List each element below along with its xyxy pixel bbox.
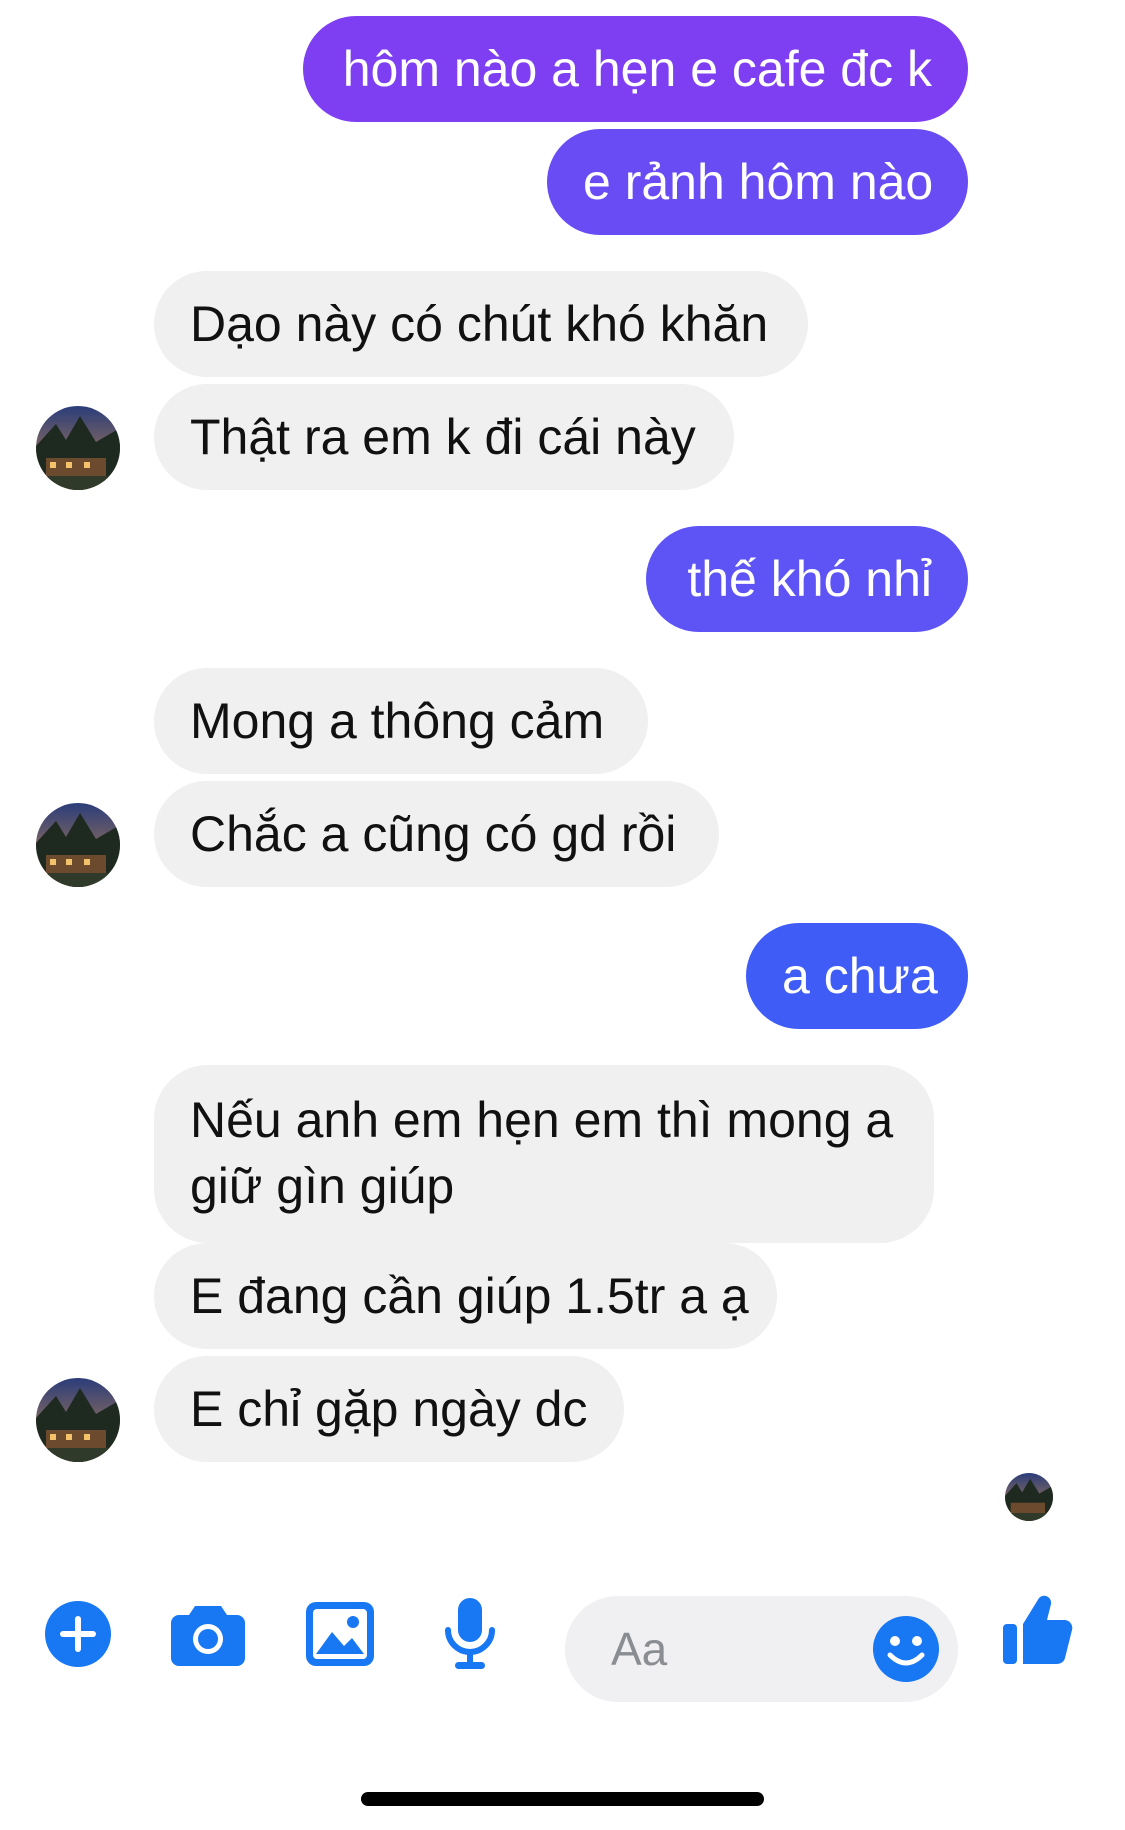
plus-icon[interactable] [44, 1600, 112, 1673]
composer-placeholder: Aa [611, 1623, 668, 1675]
camera-icon[interactable] [171, 1602, 245, 1671]
message-sent-3[interactable]: thế khó nhỉ [646, 526, 968, 632]
message-received-4[interactable]: Chắc a cũng có gd rồi [154, 781, 719, 887]
microphone-icon[interactable] [443, 1598, 497, 1677]
message-text: Dạo này có chút khó khăn [190, 296, 769, 352]
contact-avatar[interactable] [36, 803, 120, 887]
message-text: Chắc a cũng có gd rồi [190, 806, 677, 862]
message-text: Thật ra em k đi cái này [190, 409, 696, 465]
smiley-icon[interactable] [872, 1615, 940, 1688]
message-text: hôm nào a hẹn e cafe đc k [342, 41, 932, 97]
seen-receipt-avatar [1005, 1473, 1053, 1521]
contact-avatar[interactable] [36, 1378, 120, 1462]
contact-avatar[interactable] [36, 406, 120, 490]
thumbs-up-icon[interactable] [1003, 1594, 1073, 1673]
message-received-3[interactable]: Mong a thông cảm [154, 668, 648, 774]
image-icon[interactable] [306, 1602, 374, 1671]
message-received-5[interactable]: Nếu anh em hẹn em thì mong a giữ gìn giú… [154, 1065, 934, 1243]
message-received-1[interactable]: Dạo này có chút khó khăn [154, 271, 808, 377]
message-sent-1[interactable]: hôm nào a hẹn e cafe đc k [303, 16, 968, 122]
message-composer[interactable]: Aa [565, 1596, 958, 1702]
message-text: e rảnh hôm nào [583, 154, 934, 210]
message-text: thế khó nhỉ [687, 551, 932, 607]
message-text: E đang cần giúp 1.5tr a ạ [190, 1268, 749, 1324]
message-sent-4[interactable]: a chưa [746, 923, 968, 1029]
message-text: E chỉ gặp ngày dc [190, 1381, 588, 1437]
message-received-6[interactable]: E đang cần giúp 1.5tr a ạ [154, 1243, 777, 1349]
message-received-7[interactable]: E chỉ gặp ngày dc [154, 1356, 624, 1462]
message-text: Nếu anh em hẹn em thì mong a giữ gìn giú… [190, 1092, 894, 1214]
message-text: Mong a thông cảm [190, 693, 605, 749]
home-indicator[interactable] [361, 1792, 764, 1806]
message-received-2[interactable]: Thật ra em k đi cái này [154, 384, 734, 490]
message-sent-2[interactable]: e rảnh hôm nào [547, 129, 968, 235]
message-text: a chưa [782, 948, 938, 1004]
